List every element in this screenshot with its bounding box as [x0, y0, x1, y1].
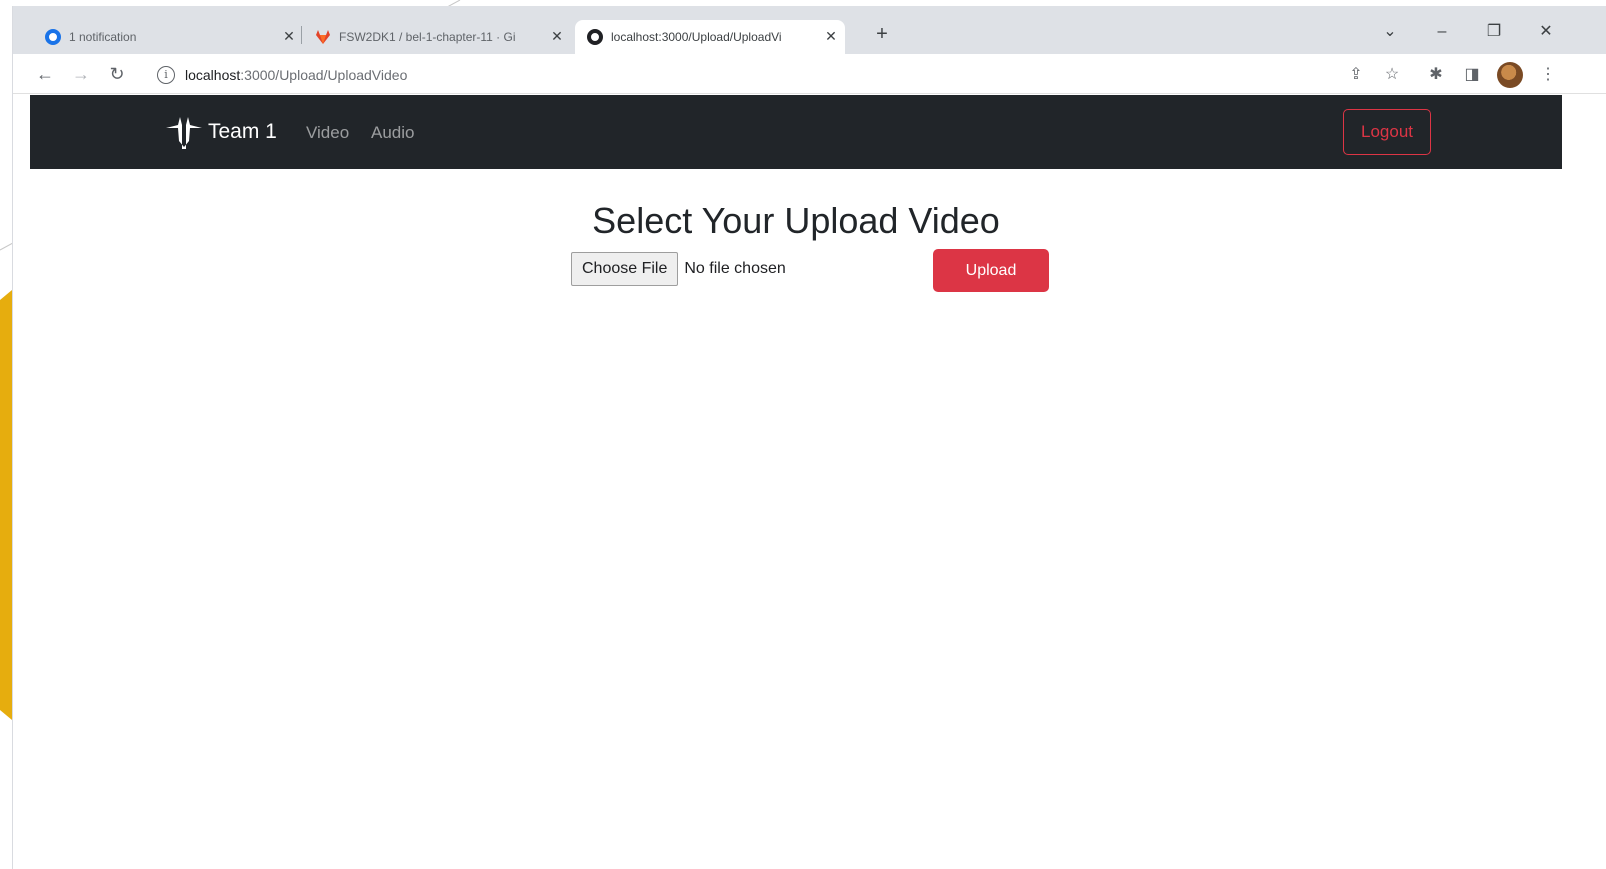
close-window-icon[interactable]: ✕ — [1531, 20, 1561, 44]
reload-icon[interactable]: ↻ — [105, 62, 129, 86]
nav-link-audio[interactable]: Audio — [371, 123, 414, 143]
side-panel-icon[interactable]: ◨ — [1461, 64, 1483, 86]
url-host: localhost — [185, 67, 241, 83]
new-tab-button[interactable]: + — [871, 24, 893, 46]
address-url[interactable]: localhost:3000/Upload/UploadVideo — [185, 67, 407, 83]
bookmark-star-icon[interactable]: ☆ — [1381, 64, 1403, 86]
choose-file-button[interactable]: Choose File — [571, 252, 679, 286]
extensions-icon[interactable]: ✱ — [1425, 64, 1447, 86]
share-icon[interactable]: ⇪ — [1345, 64, 1367, 86]
close-icon[interactable]: ✕ — [823, 28, 839, 44]
address-bar[interactable]: i localhost:3000/Upload/UploadVideo — [145, 60, 1345, 90]
restore-icon[interactable]: ❐ — [1479, 20, 1509, 44]
notification-favicon-icon — [45, 29, 61, 45]
tab-gitlab[interactable]: FSW2DK1 / bel-1-chapter-11 · Gi ✕ — [303, 20, 571, 54]
tab-separator — [301, 26, 302, 44]
tab-strip: 1 notification ✕ FSW2DK1 / bel-1-chapter… — [13, 6, 1606, 54]
upload-button[interactable]: Upload — [933, 249, 1049, 292]
app-navbar: Team 1 Video Audio Logout — [30, 95, 1562, 169]
close-icon[interactable]: ✕ — [281, 28, 297, 44]
page-title: Select Your Upload Video — [592, 200, 1000, 241]
file-status-text: No file chosen — [684, 260, 786, 277]
close-icon[interactable]: ✕ — [549, 28, 565, 44]
back-icon[interactable]: ← — [33, 62, 57, 86]
browser-window: 1 notification ✕ FSW2DK1 / bel-1-chapter… — [12, 6, 1606, 869]
profile-avatar[interactable] — [1497, 62, 1523, 88]
tab-notification[interactable]: 1 notification ✕ — [33, 20, 303, 54]
page-favicon-icon — [587, 29, 603, 45]
tab-title: FSW2DK1 / bel-1-chapter-11 · Gi — [339, 30, 516, 44]
brand-name: Team 1 — [208, 120, 277, 143]
logout-button[interactable]: Logout — [1343, 109, 1431, 155]
minimize-icon[interactable]: – — [1427, 20, 1457, 44]
menu-kebab-icon[interactable]: ⋮ — [1537, 64, 1559, 86]
forward-icon[interactable]: → — [69, 62, 93, 86]
slide-accent-shape — [0, 290, 12, 720]
nav-link-video[interactable]: Video — [306, 123, 349, 143]
file-input[interactable]: Choose File No file chosen — [571, 251, 786, 287]
tab-search-icon[interactable]: ⌄ — [1375, 20, 1405, 44]
team-logo-icon — [166, 117, 202, 149]
brand-link[interactable]: Team 1 — [162, 111, 277, 153]
tab-title: 1 notification — [69, 30, 137, 44]
screenshot-stage: 1 notification ✕ FSW2DK1 / bel-1-chapter… — [0, 0, 1606, 869]
browser-toolbar: ← → ↻ i localhost:3000/Upload/UploadVide… — [13, 54, 1606, 94]
gitlab-favicon-icon — [316, 30, 330, 44]
url-path: :3000/Upload/UploadVideo — [240, 67, 408, 83]
tab-localhost[interactable]: localhost:3000/Upload/UploadVi ✕ — [575, 20, 845, 54]
site-info-icon[interactable]: i — [157, 66, 175, 84]
tab-title: localhost:3000/Upload/UploadVi — [611, 30, 782, 44]
